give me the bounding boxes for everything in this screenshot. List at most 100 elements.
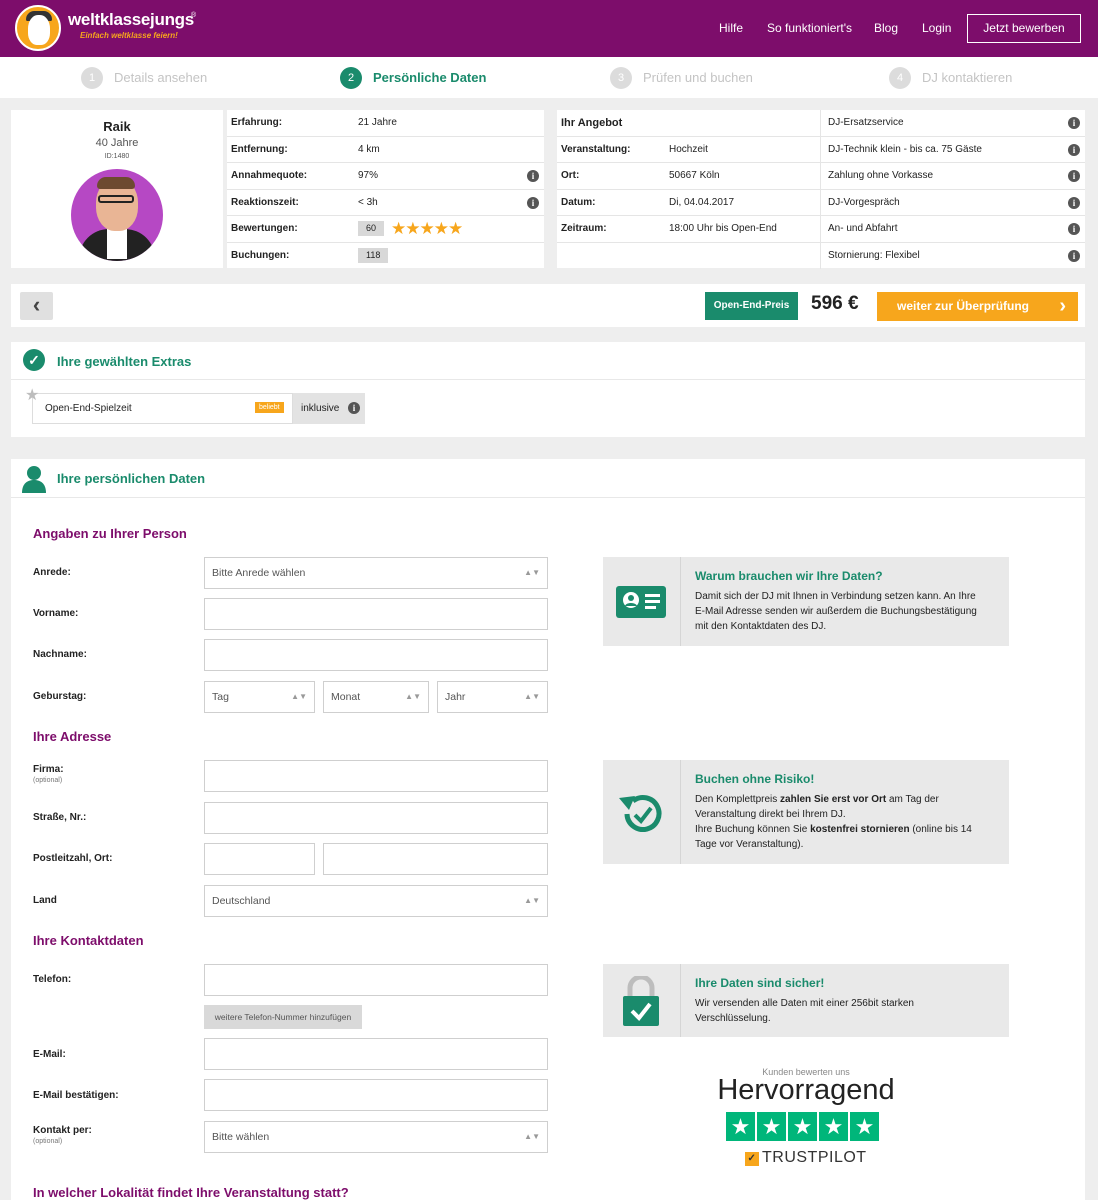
step-1[interactable]: 1 Details ansehen: [81, 67, 207, 89]
offer-value: Di, 04.04.2017: [669, 196, 735, 208]
logo-registered-mark: ®: [191, 12, 197, 19]
star-icon: ★: [850, 1112, 879, 1141]
birth-month-select[interactable]: Monat ▲▼: [323, 681, 429, 713]
star-icon: ★: [25, 387, 40, 404]
info-icon[interactable]: i: [348, 402, 360, 414]
first-name-input[interactable]: [204, 598, 548, 630]
back-button[interactable]: ‹: [20, 292, 53, 320]
stat-label: Annahmequote:: [231, 170, 308, 181]
info-icon[interactable]: i: [1068, 223, 1080, 235]
service-label: DJ-Vorgespräch: [828, 196, 900, 208]
info-icon[interactable]: i: [1068, 117, 1080, 129]
step-label: Details ansehen: [114, 70, 208, 85]
step-number: 4: [889, 67, 911, 89]
rating-stars-icon[interactable]: ★★★★★: [391, 216, 463, 242]
email-input[interactable]: [204, 1038, 548, 1070]
card-text-bold: zahlen Sie erst vor Ort: [780, 794, 887, 805]
label-kontakt: Kontakt per:: [33, 1125, 92, 1136]
nav-hilfe[interactable]: Hilfe: [719, 21, 743, 35]
trustpilot-brand: TRUSTPILOT: [762, 1149, 867, 1166]
stat-row: Bewertungen: 60 ★★★★★: [227, 216, 544, 243]
label-email: E-Mail:: [33, 1049, 66, 1060]
updown-icon: ▲▼: [524, 1132, 540, 1141]
street-input[interactable]: [204, 802, 548, 834]
updown-icon: ▲▼: [524, 692, 540, 701]
logo-icon[interactable]: [15, 5, 61, 51]
company-input[interactable]: [204, 760, 548, 792]
check-badge-icon: ✓: [23, 349, 45, 371]
dj-avatar[interactable]: [71, 169, 163, 261]
year-value: Jahr: [445, 691, 466, 703]
birth-year-select[interactable]: Jahr ▲▼: [437, 681, 548, 713]
label-plz: Postleitzahl, Ort:: [33, 853, 113, 864]
extra-label: Open-End-Spielzeit: [45, 403, 132, 414]
extras-title: Ihre gewählten Extras: [57, 354, 192, 369]
trustpilot-rating-text[interactable]: Hervorragend: [603, 1074, 1009, 1107]
bookings-count-badge: 118: [358, 247, 389, 263]
nav-so-funktionierts[interactable]: So funktioniert's: [767, 21, 852, 35]
info-icon[interactable]: i: [1068, 249, 1080, 262]
nav-blog[interactable]: Blog: [874, 21, 898, 35]
service-row: An- und Abfahrt i: [821, 216, 1085, 243]
popular-badge: beliebt: [255, 402, 284, 413]
birth-day-select[interactable]: Tag ▲▼: [204, 681, 315, 713]
nav-login[interactable]: Login: [922, 21, 951, 35]
updown-icon: ▲▼: [524, 896, 540, 905]
info-icon[interactable]: i: [527, 170, 539, 182]
stat-value: < 3h: [358, 196, 378, 208]
phone-input[interactable]: [204, 964, 548, 996]
label-nachname: Nachname:: [33, 649, 87, 660]
last-name-input[interactable]: [204, 639, 548, 671]
service-row: DJ-Vorgespräch i: [821, 190, 1085, 216]
email-confirm-input[interactable]: [204, 1079, 548, 1111]
country-select[interactable]: Deutschland ▲▼: [204, 885, 548, 917]
trustpilot-stars[interactable]: ★ ★ ★ ★ ★: [726, 1112, 881, 1141]
card-text-part: Ihre Buchung können Sie: [695, 824, 811, 835]
label-email-confirm: E-Mail bestätigen:: [33, 1090, 119, 1101]
dj-profile-card: Raik 40 Jahre ID:1480: [11, 110, 223, 268]
service-label: DJ-Technik klein - bis ca. 75 Gäste: [828, 143, 982, 155]
card-text-bold: kostenfrei stornieren: [810, 824, 910, 835]
refresh-check-icon: [619, 795, 662, 832]
dj-age: 40 Jahre: [95, 137, 139, 149]
service-row: DJ-Technik klein - bis ca. 75 Gäste i: [821, 137, 1085, 163]
service-label: An- und Abfahrt: [828, 223, 898, 234]
city-input[interactable]: [323, 843, 548, 875]
info-icon[interactable]: i: [1068, 196, 1080, 209]
step-label: Persönliche Daten: [373, 70, 487, 85]
label-telefon: Telefon:: [33, 974, 72, 985]
star-icon: ★: [788, 1112, 817, 1141]
stat-label: Bewertungen:: [231, 223, 298, 234]
card-text: Wir versenden alle Daten mit einer 256bi…: [695, 998, 914, 1024]
info-icon[interactable]: i: [1068, 143, 1080, 156]
star-icon: ★: [726, 1112, 755, 1141]
card-text-part: Den Komplettpreis: [695, 794, 781, 805]
section-location: In welcher Lokalität findet Ihre Veranst…: [33, 1185, 349, 1200]
extra-item[interactable]: Open-End-Spielzeit beliebt: [32, 393, 293, 424]
updown-icon: ▲▼: [291, 692, 307, 701]
step-3: 3 Prüfen und buchen: [610, 67, 753, 89]
included-label: inklusive: [301, 403, 340, 414]
info-icon[interactable]: i: [527, 196, 539, 209]
stat-label: Erfahrung:: [231, 117, 283, 128]
offer-row-empty: [557, 242, 821, 269]
contact-method-select[interactable]: Bitte wählen ▲▼: [204, 1121, 548, 1153]
apply-button[interactable]: Jetzt bewerben: [967, 14, 1081, 43]
step-label: Prüfen und buchen: [643, 70, 753, 85]
continue-review-button[interactable]: weiter zur Überprüfung ›: [877, 292, 1078, 321]
personal-data-title: Ihre persönlichen Daten: [57, 471, 206, 486]
info-icon[interactable]: i: [1068, 170, 1080, 182]
trustpilot-logo[interactable]: ✓ TRUSTPILOT: [745, 1149, 867, 1167]
stat-row: Buchungen: 118: [227, 243, 544, 270]
stat-row: Annahmequote: 97% i: [227, 163, 544, 190]
dj-name: Raik: [103, 119, 131, 134]
stat-label: Buchungen:: [231, 249, 290, 261]
day-value: Tag: [212, 691, 229, 703]
star-icon: ★: [757, 1112, 786, 1141]
add-phone-button[interactable]: weitere Telefon-Nummer hinzufügen: [204, 1005, 362, 1029]
salutation-select[interactable]: Bitte Anrede wählen ▲▼: [204, 557, 548, 589]
logo-text[interactable]: weltklassejungs: [68, 10, 194, 30]
stat-row: Reaktionszeit: < 3h i: [227, 190, 544, 216]
salutation-value: Bitte Anrede wählen: [212, 567, 306, 579]
zip-input[interactable]: [204, 843, 315, 875]
